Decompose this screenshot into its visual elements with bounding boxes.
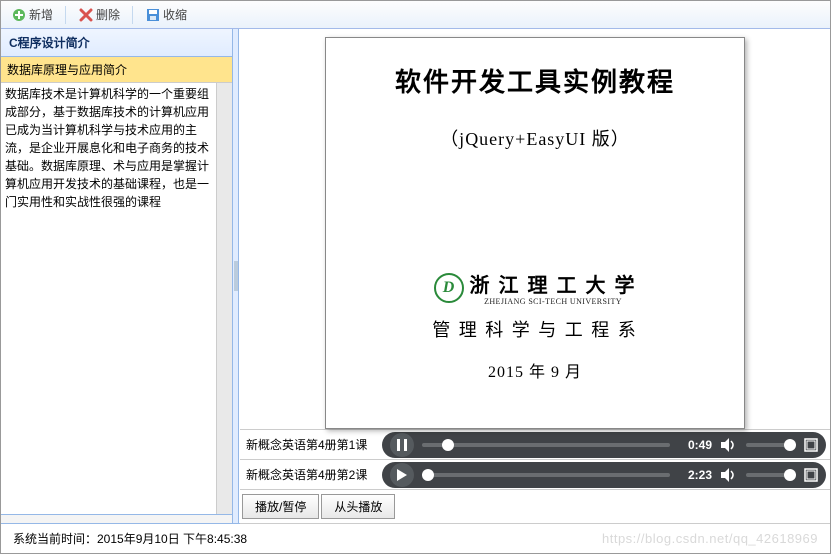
left-sub-header[interactable]: 数据库原理与应用简介 xyxy=(1,57,232,83)
toolbar-separator xyxy=(132,6,133,24)
department-name: 管 理 科 学 与 工 程 系 xyxy=(346,316,724,342)
volume-icon[interactable] xyxy=(720,438,738,452)
seek-track[interactable] xyxy=(422,443,670,447)
left-body-text: 数据库技术是计算机科学的一个重要组成部分，基于数据库技术的计算机应用已成为当计算… xyxy=(1,83,216,514)
collapse-label: 收缩 xyxy=(163,6,187,23)
time-display: 0:49 xyxy=(678,438,712,452)
add-icon xyxy=(11,7,27,23)
pause-button[interactable] xyxy=(390,433,414,457)
doc-title: 软件开发工具实例教程 xyxy=(346,62,724,99)
collapse-button[interactable]: 收缩 xyxy=(139,4,193,25)
play-pause-button[interactable]: 播放/暂停 xyxy=(242,494,319,519)
status-time: 系统当前时间：2015年9月10日 下午8:45:38 xyxy=(13,530,247,547)
media-label: 新概念英语第4册第1课 xyxy=(240,436,382,453)
play-icon xyxy=(397,469,407,481)
volume-track[interactable] xyxy=(746,473,796,477)
seek-track[interactable] xyxy=(422,473,670,477)
media-area: 新概念英语第4册第1课 0:49 新概念英语第 xyxy=(240,429,830,524)
delete-label: 删除 xyxy=(96,6,120,23)
right-panel: 软件开发工具实例教程 （jQuery+EasyUI 版） D 浙 江 理 工 大… xyxy=(239,29,830,523)
watermark-text: https://blog.csdn.net/qq_42618969 xyxy=(602,531,818,546)
university-name-en: ZHEJIANG SCI-TECH UNIVERSITY xyxy=(470,297,637,306)
doc-date: 2015 年 9 月 xyxy=(346,358,724,382)
media-label: 新概念英语第4册第2课 xyxy=(240,466,382,483)
play-button[interactable] xyxy=(390,463,414,487)
audio-player: 0:49 xyxy=(382,432,826,458)
volume-track[interactable] xyxy=(746,443,796,447)
restart-button[interactable]: 从头播放 xyxy=(321,494,395,519)
delete-button[interactable]: 删除 xyxy=(72,4,126,25)
toolbar-separator xyxy=(65,6,66,24)
left-panel-header: C程序设计简介 xyxy=(1,29,232,57)
document-page: 软件开发工具实例教程 （jQuery+EasyUI 版） D 浙 江 理 工 大… xyxy=(325,37,745,429)
toolbar: 新增 删除 收缩 xyxy=(1,1,830,29)
save-icon xyxy=(145,7,161,23)
media-row: 新概念英语第4册第1课 0:49 xyxy=(240,429,830,459)
audio-player: 2:23 xyxy=(382,462,826,488)
university-name: 浙 江 理 工 大 学 xyxy=(470,269,637,298)
fullscreen-icon[interactable] xyxy=(804,468,818,482)
left-footer xyxy=(1,514,232,523)
pause-icon xyxy=(397,439,407,451)
media-controls: 播放/暂停 从头播放 xyxy=(240,489,830,524)
media-row: 新概念英语第4册第2课 2:23 xyxy=(240,459,830,489)
delete-icon xyxy=(78,7,94,23)
doc-subtitle: （jQuery+EasyUI 版） xyxy=(346,125,724,151)
time-display: 2:23 xyxy=(678,468,712,482)
add-label: 新增 xyxy=(29,6,53,23)
left-panel: C程序设计简介 数据库原理与应用简介 数据库技术是计算机科学的一个重要组成部分，… xyxy=(1,29,233,523)
status-bar: 系统当前时间：2015年9月10日 下午8:45:38 https://blog… xyxy=(1,523,830,553)
volume-icon[interactable] xyxy=(720,468,738,482)
left-scrollbar[interactable] xyxy=(216,83,232,514)
document-viewer: 软件开发工具实例教程 （jQuery+EasyUI 版） D 浙 江 理 工 大… xyxy=(240,29,830,429)
add-button[interactable]: 新增 xyxy=(5,4,59,25)
fullscreen-icon[interactable] xyxy=(804,438,818,452)
main-area: C程序设计简介 数据库原理与应用简介 数据库技术是计算机科学的一个重要组成部分，… xyxy=(1,29,830,523)
university-logo-icon: D xyxy=(434,273,464,303)
